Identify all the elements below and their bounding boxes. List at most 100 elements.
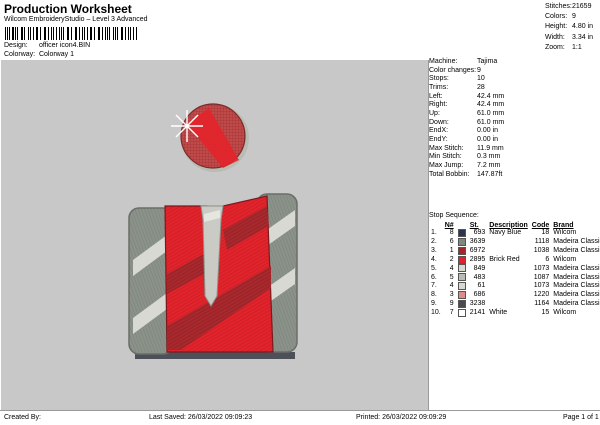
- thread-code: 15: [530, 309, 552, 318]
- color-description: Navy Blue: [487, 229, 530, 238]
- info-row: Up:61.0 mm: [429, 110, 600, 119]
- stitch-count: 693: [468, 229, 488, 238]
- thread-code: 18: [530, 229, 552, 238]
- info-label: EndY:: [429, 136, 477, 145]
- info-row: Color changes:9: [429, 67, 600, 76]
- thread-brand: Madeira Classic 40: [551, 247, 600, 256]
- color-swatch: [456, 273, 468, 282]
- needle-number: 7: [443, 309, 456, 318]
- color-swatch: [456, 247, 468, 256]
- stop-number: 9.: [429, 300, 443, 309]
- info-row: Min Stitch:0.3 mm: [429, 153, 600, 162]
- last-saved: Last Saved: 26/03/2022 09:09:23: [149, 411, 252, 424]
- software-subtitle: Wilcom EmbroideryStudio – Level 3 Advanc…: [4, 16, 148, 23]
- needle-number: 6: [443, 238, 456, 247]
- info-label: Max Stitch:: [429, 145, 477, 154]
- footer: Created By: Last Saved: 26/03/2022 09:09…: [0, 410, 600, 425]
- colorway-value: Colorway 1: [39, 51, 74, 58]
- thread-brand: Madeira Classic 40: [551, 273, 600, 282]
- thread-color-swatch: [458, 282, 466, 290]
- thread-color-swatch: [458, 300, 466, 308]
- color-swatch: [456, 291, 468, 300]
- barcode-bar: [121, 27, 122, 40]
- thread-color-swatch: [458, 247, 466, 255]
- barcode-bar: [113, 27, 114, 40]
- info-value: 147.87ft: [477, 171, 502, 180]
- design-value: officer icon4.BIN: [39, 42, 90, 49]
- info-label: Right:: [429, 101, 477, 110]
- info-row: Max Jump:7.2 mm: [429, 162, 600, 171]
- stitch-count: 849: [468, 264, 488, 273]
- info-label: Total Bobbin:: [429, 171, 477, 180]
- thread-color-swatch: [458, 229, 466, 237]
- worksheet-title: Production Worksheet: [4, 2, 132, 16]
- info-row: Stops:10: [429, 75, 600, 84]
- design-label: Design:: [4, 42, 37, 49]
- created-by: Created By:: [4, 411, 41, 424]
- colorway-label: Colorway:: [4, 51, 37, 58]
- stop-number: 5.: [429, 264, 443, 273]
- design-row: Design: officer icon4.BIN: [4, 42, 90, 49]
- stitch-count: 6972: [468, 247, 488, 256]
- barcode-bar: [12, 27, 13, 40]
- table-row: 1.8693Navy Blue18Wilcom: [429, 229, 600, 238]
- thread-color-swatch: [458, 256, 466, 264]
- color-swatch: [456, 309, 468, 318]
- barcode-bar: [75, 27, 76, 40]
- info-row: Down:61.0 mm: [429, 119, 600, 128]
- page-number: Page 1 of 1: [563, 411, 599, 424]
- thread-brand: Madeira Classic 40: [551, 282, 600, 291]
- color-swatch: [456, 300, 468, 309]
- color-description: [487, 264, 530, 273]
- barcode-bar: [40, 27, 41, 40]
- stat-width: Width:3.34 in: [545, 33, 599, 43]
- col-description: Description: [487, 221, 530, 229]
- color-swatch: [456, 229, 468, 238]
- needle-number: 1: [443, 247, 456, 256]
- table-row: 4.22895Brick Red6Wilcom: [429, 256, 600, 265]
- design-stats: Stitches:21659 Colors:9 Height:4.80 in W…: [545, 2, 599, 53]
- info-label: EndX:: [429, 127, 477, 136]
- barcode-bar: [107, 27, 108, 40]
- stop-number: 1.: [429, 229, 443, 238]
- embroidery-design-image: [1, 60, 428, 410]
- col-code: Code: [530, 221, 552, 229]
- color-swatch: [456, 256, 468, 265]
- barcode: [5, 27, 138, 40]
- stop-number: 4.: [429, 256, 443, 265]
- color-swatch: [456, 282, 468, 291]
- thread-brand: Madeira Classic 40: [551, 264, 600, 273]
- color-description: [487, 300, 530, 309]
- table-row: 6.54831087Madeira Classic 40: [429, 273, 600, 282]
- thread-brand: Madeira Classic 40: [551, 238, 600, 247]
- thread-code: 1118: [530, 238, 552, 247]
- stitch-count: 3238: [468, 300, 488, 309]
- info-value: 9: [477, 67, 481, 76]
- thread-color-swatch: [458, 273, 466, 281]
- needle-number: 3: [443, 291, 456, 300]
- thread-code: 1038: [530, 247, 552, 256]
- table-row: 7.4611073Madeira Classic 40: [429, 282, 600, 291]
- info-row: Total Bobbin:147.87ft: [429, 171, 600, 180]
- thread-code: 6: [530, 256, 552, 265]
- table-row: 10.72141White15Wilcom: [429, 309, 600, 318]
- colorway-row: Colorway: Colorway 1: [4, 51, 74, 58]
- info-row: Right:42.4 mm: [429, 101, 600, 110]
- barcode-bar: [84, 27, 85, 40]
- info-label: Trims:: [429, 84, 477, 93]
- thread-code: 1164: [530, 300, 552, 309]
- info-label: Color changes:: [429, 67, 477, 76]
- color-description: [487, 238, 530, 247]
- info-value: 11.9 mm: [477, 145, 504, 154]
- needle-number: 2: [443, 256, 456, 265]
- table-row: 3.169721038Madeira Classic 40: [429, 247, 600, 256]
- barcode-bar: [99, 27, 100, 40]
- color-swatch: [456, 238, 468, 247]
- info-label: Down:: [429, 119, 477, 128]
- info-label: Machine:: [429, 58, 477, 67]
- barcode-bar: [30, 27, 31, 40]
- info-value: 61.0 mm: [477, 110, 504, 119]
- barcode-bar: [82, 27, 83, 40]
- barcode-bar: [37, 27, 38, 40]
- stop-sequence-heading: Stop Sequence:: [429, 212, 479, 219]
